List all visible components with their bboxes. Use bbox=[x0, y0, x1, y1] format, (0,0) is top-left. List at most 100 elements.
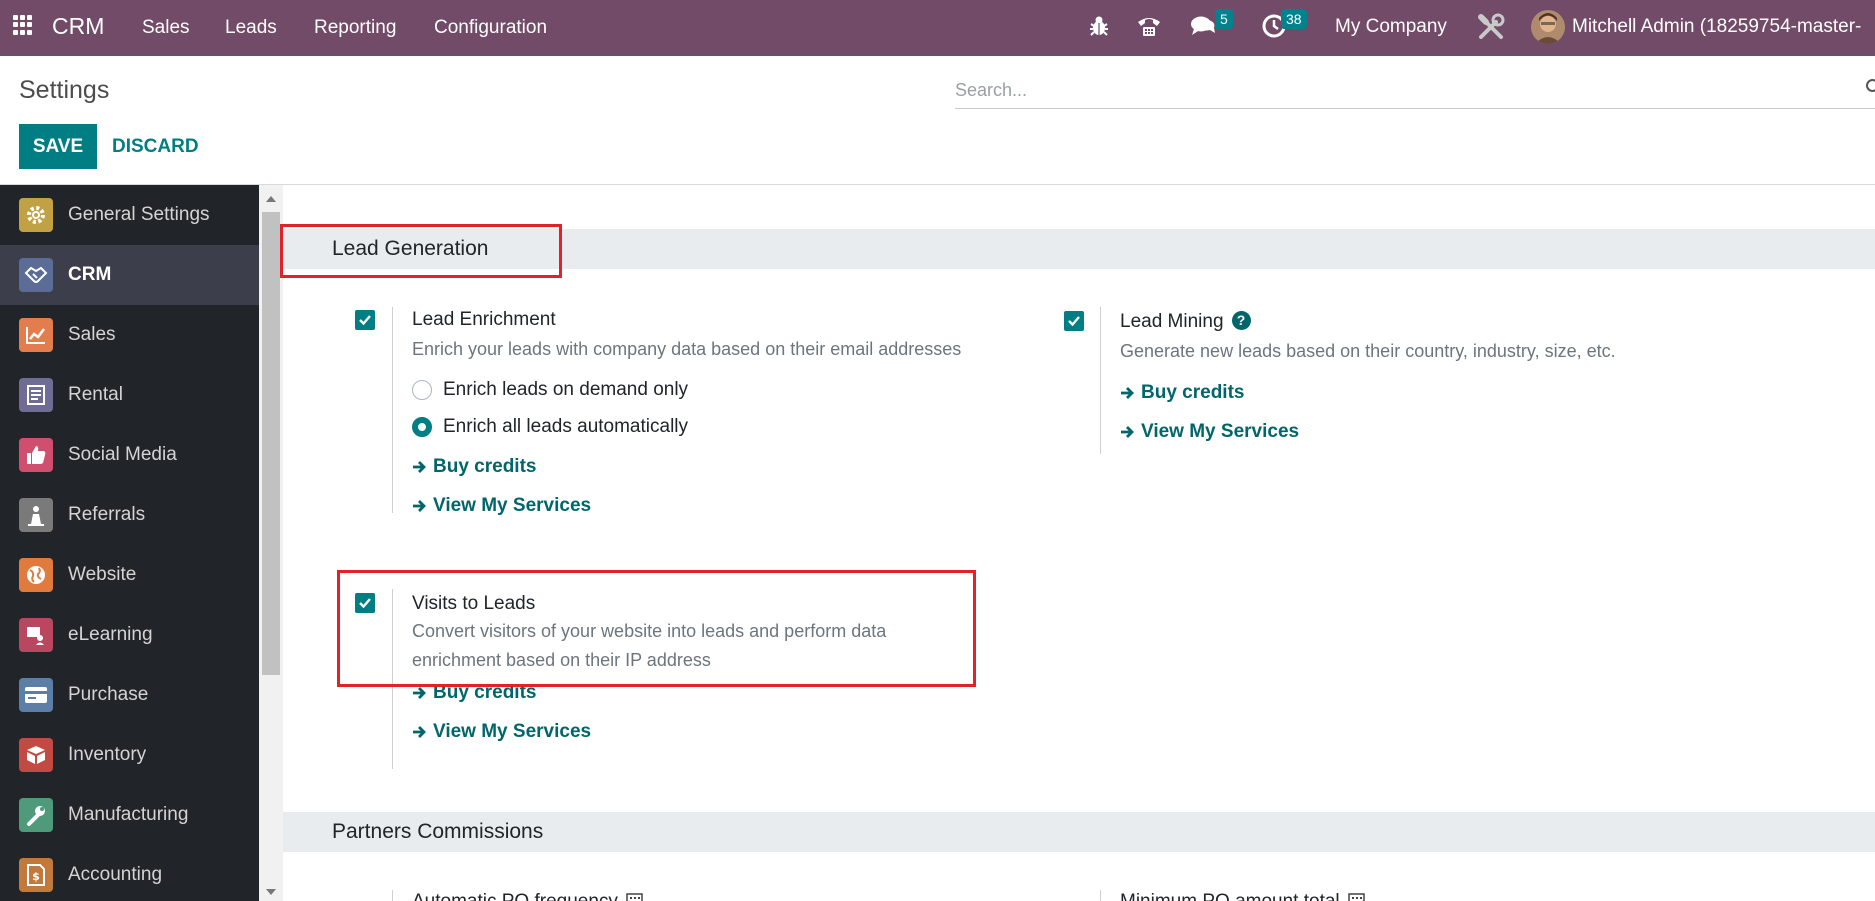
visits-buy-credits-link[interactable]: Buy credits bbox=[412, 682, 536, 704]
messages-icon[interactable] bbox=[1190, 15, 1216, 42]
section-title: Lead Generation bbox=[332, 237, 489, 260]
company-setting-icon bbox=[626, 893, 643, 901]
menu-configuration[interactable]: Configuration bbox=[434, 17, 547, 39]
enrich-on-demand-option[interactable]: Enrich leads on demand only bbox=[412, 379, 688, 401]
search-box bbox=[955, 72, 1875, 109]
radio-button[interactable] bbox=[412, 380, 432, 400]
lead-enrichment-description: Enrich your leads with company data base… bbox=[412, 339, 962, 359]
lead-generation-header: Lead Generation bbox=[283, 229, 1875, 269]
box-icon bbox=[19, 738, 53, 772]
help-question-icon[interactable]: ? bbox=[1231, 310, 1251, 330]
wrench-icon bbox=[19, 798, 53, 832]
page-title: Settings bbox=[19, 76, 110, 104]
globe-icon bbox=[19, 558, 53, 592]
arrow-right-icon bbox=[413, 687, 426, 699]
activities-count-badge: 38 bbox=[1281, 9, 1307, 29]
sidebar-item-manufacturing[interactable]: Manufacturing bbox=[0, 785, 259, 845]
lead-enrichment-buy-credits-link[interactable]: Buy credits bbox=[412, 456, 536, 478]
menu-reporting[interactable]: Reporting bbox=[314, 17, 396, 39]
sidebar-item-label: Website bbox=[68, 564, 137, 585]
handshake-icon bbox=[19, 258, 53, 292]
minimum-po-amount-title: Minimum PO amount total bbox=[1120, 891, 1365, 901]
sidebar-item-label: Rental bbox=[68, 384, 123, 405]
apps-menu-icon[interactable] bbox=[13, 15, 33, 35]
sidebar-scrollbar[interactable] bbox=[259, 185, 283, 901]
arrow-right-icon bbox=[413, 726, 426, 738]
lead-mining-checkbox[interactable] bbox=[1064, 311, 1084, 331]
lead-enrichment-checkbox[interactable] bbox=[355, 310, 375, 330]
sidebar-item-purchase[interactable]: Purchase bbox=[0, 665, 259, 725]
discard-button[interactable]: DISCARD bbox=[104, 124, 207, 169]
scroll-thumb[interactable] bbox=[262, 212, 280, 675]
settings-sidebar: General Settings CRM Sales Rental Social… bbox=[0, 185, 259, 901]
sidebar-item-label: Referrals bbox=[68, 504, 146, 525]
arrow-right-icon bbox=[413, 461, 426, 473]
sidebar-item-social-media[interactable]: Social Media bbox=[0, 425, 259, 485]
save-button[interactable]: SAVE bbox=[19, 124, 97, 169]
scroll-up-arrow-icon[interactable] bbox=[266, 196, 276, 202]
radio-label: Enrich all leads automatically bbox=[443, 416, 689, 437]
enrich-automatically-option[interactable]: Enrich all leads automatically bbox=[412, 416, 688, 438]
scroll-down-arrow-icon[interactable] bbox=[266, 889, 276, 895]
user-menu[interactable]: Mitchell Admin (18259754-master- bbox=[1572, 16, 1875, 38]
app-brand[interactable]: CRM bbox=[52, 13, 104, 40]
lead-mining-description: Generate new leads based on their countr… bbox=[1120, 341, 1616, 361]
sidebar-item-website[interactable]: Website bbox=[0, 545, 259, 605]
sidebar-item-crm[interactable]: CRM bbox=[0, 245, 259, 305]
sidebar-item-label: Purchase bbox=[68, 684, 149, 705]
tools-icon[interactable] bbox=[1477, 13, 1505, 46]
lead-mining-view-services-link[interactable]: View My Services bbox=[1120, 421, 1299, 443]
invoice-icon: $ bbox=[19, 858, 53, 892]
sidebar-item-general-settings[interactable]: General Settings bbox=[0, 185, 259, 245]
sidebar-item-referrals[interactable]: Referrals bbox=[0, 485, 259, 545]
menu-sales[interactable]: Sales bbox=[142, 17, 190, 39]
sidebar-item-elearning[interactable]: eLearning bbox=[0, 605, 259, 665]
phone-icon[interactable] bbox=[1136, 14, 1162, 43]
company-setting-icon bbox=[1347, 893, 1365, 901]
sidebar-item-label: eLearning bbox=[68, 624, 153, 645]
link-label: Buy credits bbox=[433, 682, 537, 703]
radio-label: Enrich leads on demand only bbox=[443, 379, 689, 400]
visits-to-leads-title: Visits to Leads bbox=[412, 593, 536, 614]
arrow-right-icon bbox=[1121, 426, 1134, 438]
search-icon[interactable] bbox=[1865, 78, 1875, 101]
sidebar-item-label: Sales bbox=[68, 324, 116, 345]
debug-bug-icon[interactable] bbox=[1089, 15, 1109, 42]
arrow-right-icon bbox=[1121, 387, 1134, 399]
settings-content: Lead Generation Lead Enrichment Enrich y… bbox=[283, 185, 1875, 901]
visits-view-services-link[interactable]: View My Services bbox=[412, 721, 591, 743]
sidebar-item-inventory[interactable]: Inventory bbox=[0, 725, 259, 785]
divider bbox=[392, 307, 393, 513]
search-input[interactable] bbox=[955, 76, 1855, 104]
card-icon bbox=[19, 678, 53, 712]
automatic-po-frequency-title: Automatic PO frequency bbox=[412, 891, 643, 901]
link-label: View My Services bbox=[1141, 421, 1300, 442]
gear-icon bbox=[19, 198, 53, 232]
sidebar-item-rental[interactable]: Rental bbox=[0, 365, 259, 425]
divider bbox=[392, 589, 393, 769]
visits-to-leads-checkbox[interactable] bbox=[355, 593, 375, 613]
chart-icon bbox=[19, 318, 53, 352]
sidebar-item-sales[interactable]: Sales bbox=[0, 305, 259, 365]
company-switcher[interactable]: My Company bbox=[1335, 16, 1447, 38]
visits-to-leads-description: Convert visitors of your website into le… bbox=[412, 621, 887, 670]
rental-icon bbox=[19, 378, 53, 412]
arrow-right-icon bbox=[413, 500, 426, 512]
radio-button-selected[interactable] bbox=[412, 417, 432, 437]
sidebar-item-label: General Settings bbox=[68, 204, 210, 225]
partners-commissions-header: Partners Commissions bbox=[283, 812, 1875, 852]
lead-enrichment-view-services-link[interactable]: View My Services bbox=[412, 495, 591, 517]
thumbs-up-icon bbox=[19, 438, 53, 472]
link-label: View My Services bbox=[433, 495, 592, 516]
referrals-icon bbox=[19, 498, 53, 532]
divider bbox=[392, 890, 393, 901]
user-avatar[interactable] bbox=[1531, 10, 1565, 44]
sidebar-item-label: Social Media bbox=[68, 444, 177, 465]
sidebar-item-accounting[interactable]: $ Accounting bbox=[0, 845, 259, 901]
sidebar-item-label: Manufacturing bbox=[68, 804, 189, 825]
menu-leads[interactable]: Leads bbox=[225, 17, 277, 39]
divider bbox=[1100, 890, 1101, 901]
lead-mining-buy-credits-link[interactable]: Buy credits bbox=[1120, 382, 1244, 404]
sidebar-item-label: CRM bbox=[68, 264, 112, 285]
lead-mining-title-row: Lead Mining? bbox=[1120, 310, 1251, 333]
